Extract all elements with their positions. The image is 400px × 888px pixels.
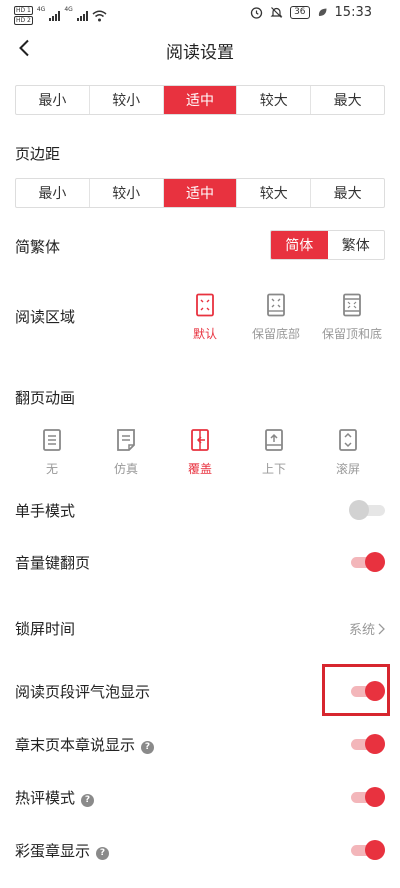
page-flip-option-scroll[interactable]: 滚屏 — [308, 428, 388, 480]
area-keep-top-bottom-icon — [343, 293, 361, 317]
reading-area-option-default[interactable]: 默认 — [165, 293, 245, 345]
network-type-2: 4G — [64, 6, 73, 13]
mute-icon — [270, 7, 283, 18]
page-flip-option-none[interactable]: 无 — [12, 428, 92, 480]
flip-cover-icon — [191, 429, 209, 451]
flip-simulate-icon — [117, 429, 135, 451]
lock-time-value-row[interactable]: 系统 — [349, 619, 385, 638]
page-flip-caption-simulate: 仿真 — [113, 462, 138, 476]
reading-area-caption-keep-bottom: 保留底部 — [251, 327, 300, 341]
page-flip-caption-scroll: 滚屏 — [335, 462, 360, 476]
reading-area-label: 阅读区域 — [15, 308, 76, 326]
script-label: 简繁体 — [15, 238, 61, 256]
margin-option-largest[interactable]: 最大 — [310, 179, 384, 207]
reading-area-option-keep-bottom[interactable]: 保留底部 — [236, 293, 316, 345]
help-icon[interactable]: ? — [81, 793, 95, 807]
margin-option-medium[interactable]: 适中 — [162, 179, 237, 207]
leaf-icon — [318, 8, 327, 16]
clock-time: 15:33 — [334, 5, 372, 20]
easter-egg-label: 彩蛋章显示? — [15, 840, 110, 861]
lock-time-label: 锁屏时间 — [15, 620, 76, 638]
flip-scroll-icon — [339, 429, 357, 451]
network-type-1: 4G — [36, 6, 46, 13]
font-size-option-largest[interactable]: 最大 — [310, 86, 384, 114]
hot-comments-label: 热评模式? — [15, 787, 95, 808]
flip-vertical-icon — [265, 429, 283, 451]
page-flip-label: 翻页动画 — [15, 389, 76, 407]
volume-flip-toggle[interactable] — [351, 551, 385, 573]
font-size-option-smallest[interactable]: 最小 — [16, 86, 89, 114]
page-title: 阅读设置 — [166, 43, 234, 63]
script-option-simplified[interactable]: 简体 — [271, 231, 328, 259]
hd-badge-2: HD 2 — [14, 16, 33, 25]
reading-area-caption-keep-top-bottom: 保留顶和底 — [321, 327, 382, 341]
hot-comments-toggle[interactable] — [351, 786, 385, 808]
chapter-end-toggle[interactable] — [351, 733, 385, 755]
page-flip-caption-cover: 覆盖 — [187, 462, 212, 476]
signal-icon-2 — [76, 10, 88, 21]
one-hand-toggle[interactable] — [349, 499, 385, 521]
margin-option-smaller[interactable]: 较小 — [88, 179, 163, 207]
chevron-right-icon — [378, 623, 385, 634]
easter-egg-toggle[interactable] — [351, 839, 385, 861]
signal-icon — [49, 10, 61, 21]
font-size-selector: 最小 较小 适中 较大 最大 — [15, 85, 385, 115]
page-flip-option-vertical[interactable]: 上下 — [234, 428, 314, 480]
header: 阅读设置 — [0, 28, 400, 68]
page-flip-caption-vertical: 上下 — [261, 462, 286, 476]
chapter-end-text: 章末页本章说显示 — [15, 736, 136, 754]
flip-none-icon — [43, 429, 61, 451]
hd-badge-1: HD 1 — [14, 6, 33, 15]
paragraph-bubble-label: 阅读页段评气泡显示 — [15, 683, 151, 701]
area-default-icon — [196, 293, 214, 317]
highlight-box — [322, 664, 390, 716]
page-flip-option-cover[interactable]: 覆盖 — [160, 428, 240, 480]
font-size-option-medium[interactable]: 适中 — [162, 86, 237, 114]
battery-icon: 36 — [290, 6, 310, 19]
help-icon[interactable]: ? — [96, 846, 110, 860]
margin-selector: 最小 较小 适中 较大 最大 — [15, 178, 385, 208]
page-flip-option-simulate[interactable]: 仿真 — [86, 428, 166, 480]
hot-comments-text: 热评模式 — [15, 789, 76, 807]
font-size-option-smaller[interactable]: 较小 — [88, 86, 163, 114]
wifi-icon — [92, 10, 107, 21]
reading-area-option-keep-top-bottom[interactable]: 保留顶和底 — [312, 293, 392, 345]
reading-area-caption-default: 默认 — [192, 327, 217, 341]
area-keep-bottom-icon — [267, 293, 285, 317]
chapter-end-label: 章末页本章说显示? — [15, 734, 155, 755]
status-bar: HD 1 HD 2 4G 4G 36 15:33 — [0, 0, 400, 28]
font-size-option-larger[interactable]: 较大 — [236, 86, 310, 114]
easter-egg-text: 彩蛋章显示 — [15, 842, 91, 860]
margin-option-smallest[interactable]: 最小 — [16, 179, 89, 207]
page-flip-caption-none: 无 — [45, 462, 58, 476]
lock-time-value: 系统 — [348, 623, 375, 638]
volume-flip-label: 音量键翻页 — [15, 554, 91, 572]
margin-label: 页边距 — [15, 145, 61, 163]
script-selector: 简体 繁体 — [270, 230, 385, 260]
one-hand-label: 单手模式 — [15, 502, 76, 520]
alarm-icon — [250, 7, 263, 19]
help-icon[interactable]: ? — [141, 740, 155, 754]
script-option-traditional[interactable]: 繁体 — [328, 231, 385, 259]
margin-option-larger[interactable]: 较大 — [236, 179, 310, 207]
